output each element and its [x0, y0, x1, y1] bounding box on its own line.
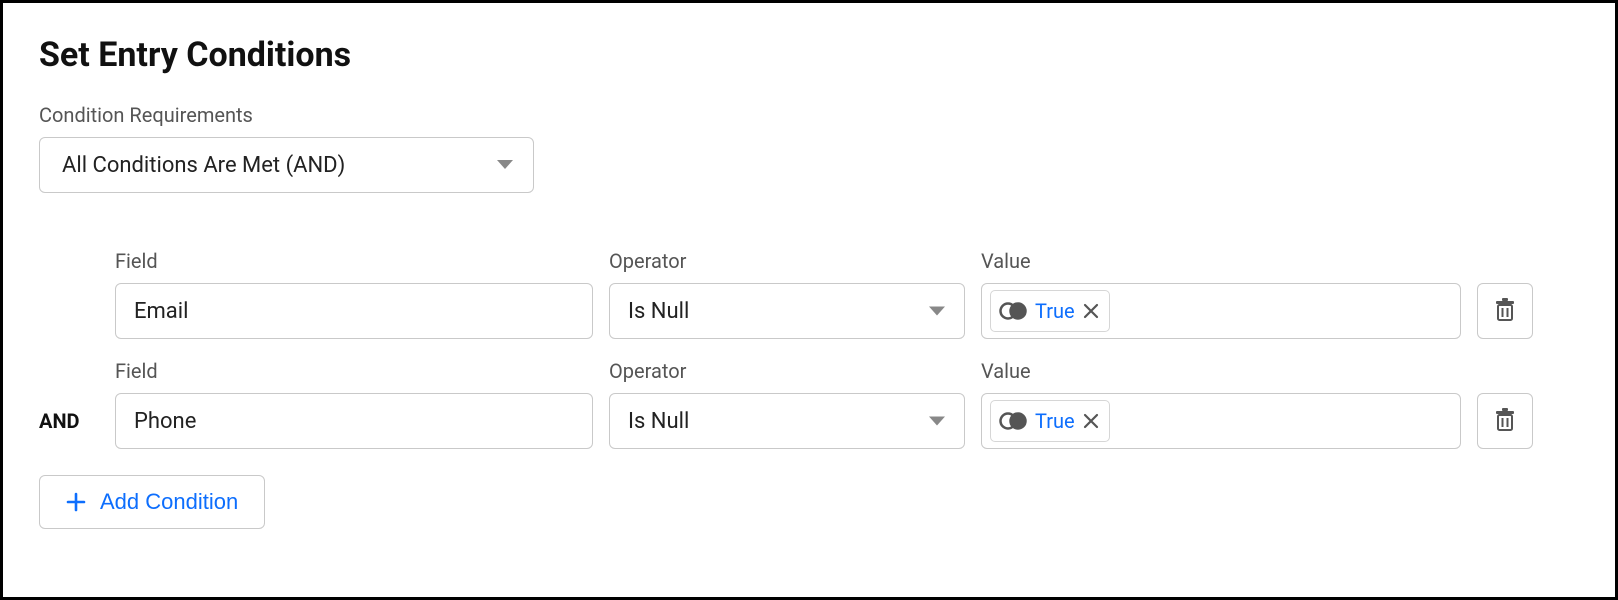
trash-icon: [1494, 298, 1516, 325]
operator-value: Is Null: [628, 409, 689, 434]
add-condition-button[interactable]: Add Condition: [39, 475, 265, 529]
chevron-down-icon: [928, 409, 946, 434]
trash-icon: [1494, 408, 1516, 435]
add-condition-label: Add Condition: [100, 489, 238, 515]
value-pill-text: True: [1035, 299, 1075, 323]
condition-requirements-select[interactable]: All Conditions Are Met (AND): [39, 137, 534, 193]
value-label: Value: [981, 359, 1461, 383]
condition-row: Field Email Operator Is Null Value: [39, 249, 1579, 339]
page-title: Set Entry Conditions: [39, 35, 1579, 75]
condition-requirements-label: Condition Requirements: [39, 103, 1579, 127]
toggle-icon: [999, 411, 1027, 431]
remove-value-icon[interactable]: [1083, 303, 1099, 319]
delete-condition-button[interactable]: [1477, 283, 1533, 339]
condition-row: AND Field Phone Operator Is Null Value: [39, 359, 1579, 449]
field-input[interactable]: Email: [115, 283, 593, 339]
toggle-icon: [999, 301, 1027, 321]
field-label: Field: [115, 249, 593, 273]
operator-value: Is Null: [628, 299, 689, 324]
value-label: Value: [981, 249, 1461, 273]
value-pill: True: [990, 290, 1110, 332]
logic-operator: AND: [39, 409, 80, 433]
logic-operator-cell: [39, 283, 99, 339]
delete-condition-button[interactable]: [1477, 393, 1533, 449]
conditions-list: Field Email Operator Is Null Value: [39, 249, 1579, 449]
operator-label: Operator: [609, 359, 965, 383]
chevron-down-icon: [928, 299, 946, 324]
value-input[interactable]: True: [981, 393, 1461, 449]
entry-conditions-panel: Set Entry Conditions Condition Requireme…: [0, 0, 1618, 600]
remove-value-icon[interactable]: [1083, 413, 1099, 429]
value-pill: True: [990, 400, 1110, 442]
operator-label: Operator: [609, 249, 965, 273]
value-input[interactable]: True: [981, 283, 1461, 339]
operator-select[interactable]: Is Null: [609, 283, 965, 339]
operator-select[interactable]: Is Null: [609, 393, 965, 449]
logic-operator-cell: AND: [39, 393, 99, 449]
value-pill-text: True: [1035, 409, 1075, 433]
field-label: Field: [115, 359, 593, 383]
plus-icon: [66, 492, 86, 512]
condition-requirements-value: All Conditions Are Met (AND): [39, 137, 534, 193]
field-input[interactable]: Phone: [115, 393, 593, 449]
